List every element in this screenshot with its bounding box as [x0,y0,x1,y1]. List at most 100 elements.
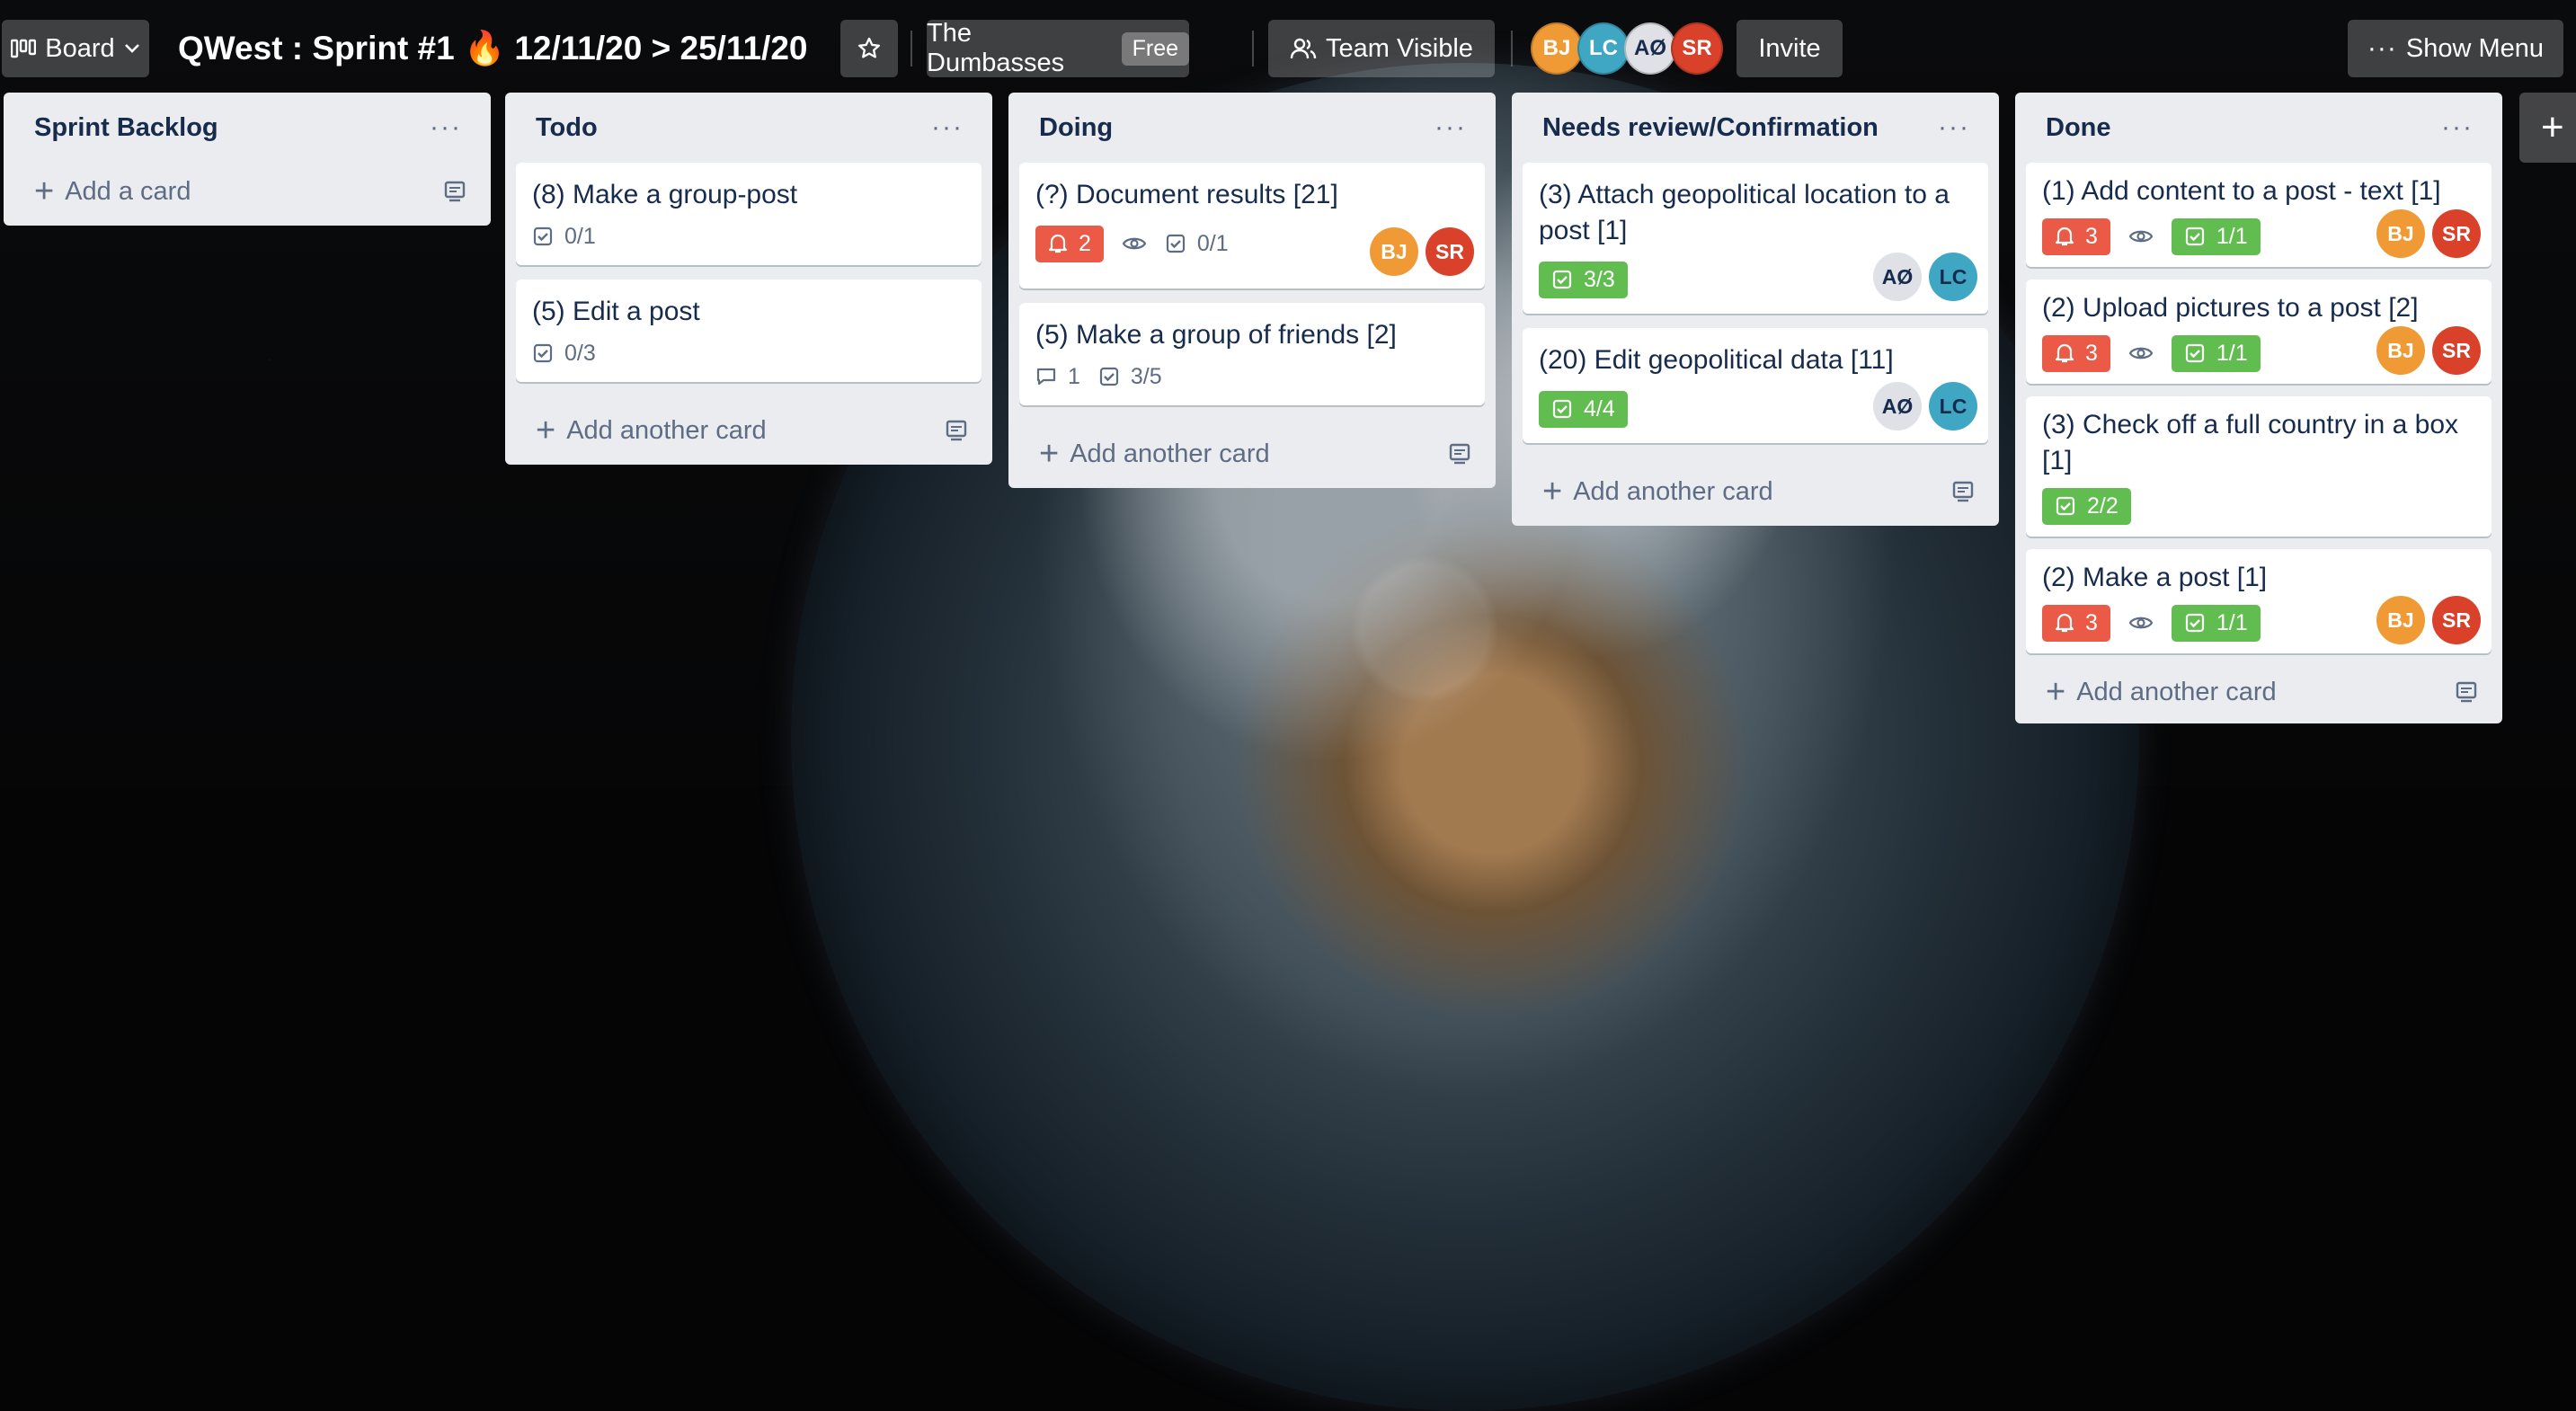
add-card-button[interactable]: + Add another card [2026,661,2492,723]
card-member-avatar[interactable]: BJ [2376,596,2425,644]
card[interactable]: (5) Edit a post 0/3 [516,280,982,382]
watching-badge [1122,235,1147,253]
add-list-button[interactable]: + [2519,93,2576,163]
card-template-icon[interactable] [1950,481,1976,502]
add-card-button[interactable]: + Add another card [1523,457,1988,526]
list-title[interactable]: Todo [536,113,598,143]
card-member-avatar[interactable]: AØ [1873,253,1922,301]
checkbox-icon [2184,226,2206,247]
board-header: Board QWest : Sprint #1 🔥 12/11/20 > 25/… [0,0,2576,90]
card-template-icon[interactable] [442,181,467,202]
eye-icon [1122,235,1147,253]
team-visible-icon [1290,37,1317,60]
add-card-label: Add another card [1573,476,1773,506]
list-done: Done ··· (1) Add content to a post - tex… [2015,93,2502,723]
list-menu-icon[interactable]: ··· [931,112,964,143]
card[interactable]: (?) Document results [21] 2 0/1 BJ SR [1019,163,1485,288]
board-title[interactable]: QWest : Sprint #1 🔥 12/11/20 > 25/11/20 [178,20,807,77]
card-title: (20) Edit geopolitical data [11] [1539,345,1894,375]
list-header[interactable]: Doing ··· [1019,93,1485,163]
list-title[interactable]: Sprint Backlog [34,113,218,143]
checklist-count: 0/3 [564,340,596,366]
list-header[interactable]: Sprint Backlog ··· [14,93,480,163]
list-todo: Todo ··· (8) Make a group-post 0/1 (5) E… [505,93,992,465]
card-member-avatar[interactable]: BJ [2376,326,2425,375]
card[interactable]: (2) Upload pictures to a post [2] 3 1/1 … [2026,280,2492,384]
star-board-button[interactable] [840,20,898,77]
add-card-button[interactable]: + Add a card [14,157,480,226]
card-member-avatar[interactable]: SR [2432,326,2481,375]
card-member-avatar[interactable]: BJ [2376,209,2425,258]
card[interactable]: (20) Edit geopolitical data [11] 4/4 AØ … [1523,328,1988,443]
list-title[interactable]: Doing [1039,113,1113,143]
invite-button[interactable]: Invite [1737,20,1843,77]
watching-badge [2128,344,2154,362]
card-member-avatar[interactable]: SR [2432,209,2481,258]
more-icon: ··· [2367,33,2397,63]
checklist-count: 4/4 [1584,395,1615,422]
card-title: (5) Edit a post [532,297,700,326]
header-divider [1252,31,1254,67]
checklist-complete-badge: 4/4 [1539,390,1628,428]
checkbox-icon [2055,495,2076,517]
list-header[interactable]: Needs review/Confirmation ··· [1523,93,1988,163]
card-template-icon[interactable] [2454,681,2479,703]
card-template-icon[interactable] [1447,443,1472,465]
card-member-avatar[interactable]: BJ [1370,227,1418,276]
card-member-avatar[interactable]: SR [2432,596,2481,644]
card[interactable]: (1) Add content to a post - text [1] 3 1… [2026,163,2492,267]
watching-badge [2128,227,2154,245]
comment-icon [1035,366,1057,387]
header-divider [1511,31,1513,67]
add-card-button[interactable]: + Add another card [1019,420,1485,488]
card[interactable]: (3) Check off a full country in a box [1… [2026,396,2492,537]
list-header[interactable]: Done ··· [2026,93,2492,163]
list-menu-icon[interactable]: ··· [430,112,462,143]
card-member-avatar[interactable]: LC [1929,382,1977,430]
list-title[interactable]: Needs review/Confirmation [1542,113,1879,143]
add-card-label: Add another card [566,415,767,445]
list-sprint-backlog: Sprint Backlog ··· + Add a card [4,93,491,226]
member-avatar[interactable]: BJ [1531,22,1583,75]
list-menu-icon[interactable]: ··· [2441,112,2474,143]
card-title: (3) Attach geopolitical location to a po… [1539,180,1950,245]
list-title[interactable]: Done [2046,113,2111,143]
card-member-avatar[interactable]: LC [1929,253,1977,301]
add-card-label: Add another card [1070,439,1270,468]
card[interactable]: (8) Make a group-post 0/1 [516,163,982,265]
card[interactable]: (3) Attach geopolitical location to a po… [1523,163,1988,314]
card-title: (5) Make a group of friends [2] [1035,320,1397,350]
member-avatar[interactable]: SR [1671,22,1723,75]
card[interactable]: (2) Make a post [1] 3 1/1 BJ SR [2026,549,2492,653]
checkbox-icon [1165,233,1186,254]
checklist-badge: 0/3 [532,341,596,367]
list-header[interactable]: Todo ··· [516,93,982,163]
checklist-complete-badge: 1/1 [2171,334,2261,372]
checkbox-icon [1098,366,1120,387]
add-card-button[interactable]: + Add another card [516,396,982,465]
checklist-count: 2/2 [2087,493,2119,519]
visibility-button[interactable]: Team Visible [1268,20,1495,77]
card-member-avatar[interactable]: SR [1426,227,1474,276]
due-badge: 2 [1035,225,1104,262]
card-title: (2) Upload pictures to a post [2] [2042,293,2419,323]
card-title: (?) Document results [21] [1035,180,1338,209]
card-title: (1) Add content to a post - text [1] [2042,176,2441,206]
member-avatar[interactable]: AØ [1624,22,1676,75]
plus-icon: + [1039,434,1060,473]
card[interactable]: (5) Make a group of friends [2] 1 3/5 [1019,303,1485,405]
member-avatar[interactable]: LC [1577,22,1630,75]
eye-icon [2128,614,2154,632]
team-button[interactable]: The Dumbasses Free [927,19,1189,77]
checklist-badge: 0/1 [532,224,596,250]
card-member-avatar[interactable]: AØ [1873,382,1922,430]
due-count: 3 [2085,223,2098,249]
show-menu-button[interactable]: ··· Show Menu [2348,20,2563,77]
plus-icon: + [2541,105,2564,149]
list-menu-icon[interactable]: ··· [1435,112,1467,143]
checklist-count: 3/3 [1584,266,1615,292]
board-switcher-button[interactable]: Board [2,20,149,77]
list-needs-review: Needs review/Confirmation ··· (3) Attach… [1512,93,1999,526]
card-template-icon[interactable] [944,420,969,441]
list-menu-icon[interactable]: ··· [1938,112,1970,143]
